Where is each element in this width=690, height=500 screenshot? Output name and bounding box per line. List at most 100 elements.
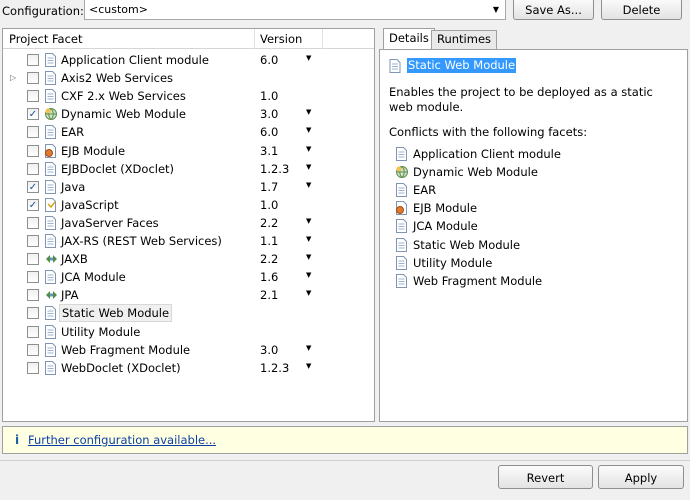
save-as-button[interactable]: Save As... bbox=[513, 0, 594, 20]
facet-version[interactable]: 2.2 bbox=[260, 216, 278, 230]
chevron-down-icon[interactable]: ▼ bbox=[306, 253, 311, 261]
facet-checkbox[interactable]: ✓ bbox=[27, 198, 39, 211]
facet-version[interactable]: 1.7 bbox=[260, 180, 278, 194]
chevron-down-icon[interactable]: ▼ bbox=[306, 217, 311, 225]
chevron-down-icon[interactable]: ▼ bbox=[306, 271, 311, 279]
facet-checkbox[interactable] bbox=[27, 361, 39, 374]
page-icon bbox=[44, 179, 58, 194]
facet-version[interactable]: 3.1 bbox=[260, 144, 278, 158]
apply-button[interactable]: Apply bbox=[598, 465, 684, 489]
facet-checkbox[interactable] bbox=[27, 307, 39, 320]
facet-version[interactable]: 6.0 bbox=[260, 53, 278, 67]
js-icon bbox=[44, 197, 58, 212]
facet-checkbox[interactable] bbox=[27, 253, 39, 266]
facet-checkbox[interactable] bbox=[27, 72, 39, 85]
details-panel: Static Web Module Enables the project to… bbox=[379, 49, 688, 422]
table-row[interactable]: EJB Module 3.1 ▼ bbox=[3, 142, 374, 160]
facet-name: JAXB bbox=[61, 252, 88, 267]
conflicts-label: Conflicts with the following facets: bbox=[389, 125, 588, 139]
arrows-icon bbox=[44, 288, 58, 302]
facet-version[interactable]: 1.0 bbox=[260, 89, 278, 103]
facet-name: JPA bbox=[61, 288, 79, 303]
page-icon bbox=[44, 53, 58, 67]
table-row[interactable]: Application Client module 6.0 ▼ bbox=[3, 51, 374, 69]
table-row[interactable]: WebDoclet (XDoclet) 1.2.3 ▼ bbox=[3, 359, 374, 377]
facet-name: Axis2 Web Services bbox=[61, 71, 174, 86]
table-row[interactable]: JPA 2.1 ▼ bbox=[3, 286, 374, 304]
facet-checkbox[interactable] bbox=[27, 289, 39, 302]
table-row[interactable]: Web Fragment Module 3.0 ▼ bbox=[3, 341, 374, 359]
chevron-down-icon[interactable]: ▼ bbox=[306, 181, 311, 189]
facet-checkbox[interactable] bbox=[27, 126, 39, 139]
facet-name: JavaServer Faces bbox=[61, 215, 159, 230]
chevron-down-icon[interactable]: ▼ bbox=[306, 54, 311, 62]
tab-runtimes[interactable]: Runtimes bbox=[431, 30, 498, 49]
chevron-down-icon[interactable]: ▼ bbox=[306, 235, 311, 243]
expand-arrow-icon[interactable]: ▷ bbox=[10, 73, 16, 82]
facet-version[interactable]: 1.1 bbox=[260, 234, 278, 248]
facet-version[interactable]: 2.1 bbox=[260, 288, 278, 302]
configuration-value: <custom> bbox=[89, 3, 148, 16]
table-row[interactable]: CXF 2.x Web Services 1.0 bbox=[3, 87, 374, 105]
facet-version[interactable]: 3.0 bbox=[260, 107, 278, 121]
table-row[interactable]: EJBDoclet (XDoclet) 1.2.3 ▼ bbox=[3, 160, 374, 178]
facet-checkbox[interactable] bbox=[27, 325, 39, 338]
facet-version[interactable]: 3.0 bbox=[260, 343, 278, 357]
facet-checkbox[interactable]: ✓ bbox=[27, 180, 39, 193]
page-icon bbox=[44, 306, 58, 321]
chevron-down-icon[interactable]: ▼ bbox=[306, 145, 311, 153]
table-row[interactable]: Utility Module bbox=[3, 323, 374, 341]
facet-version[interactable]: 1.6 bbox=[260, 270, 278, 284]
facet-checkbox[interactable] bbox=[27, 271, 39, 284]
page-icon bbox=[395, 147, 409, 161]
chevron-down-icon[interactable]: ▼ bbox=[489, 2, 503, 17]
table-row[interactable]: EAR 6.0 ▼ bbox=[3, 123, 374, 141]
configuration-select[interactable]: <custom> ▼ bbox=[84, 0, 506, 20]
chevron-down-icon[interactable]: ▼ bbox=[306, 289, 311, 297]
info-bar: i Further configuration available... bbox=[2, 426, 688, 454]
facet-version[interactable]: 1.2.3 bbox=[260, 162, 289, 176]
tab-details[interactable]: Details bbox=[383, 28, 435, 50]
globe-icon bbox=[44, 107, 58, 121]
table-row[interactable]: Static Web Module bbox=[3, 304, 374, 323]
chevron-down-icon[interactable]: ▼ bbox=[306, 126, 311, 134]
facet-checkbox[interactable] bbox=[27, 343, 39, 356]
delete-button[interactable]: Delete bbox=[601, 0, 682, 20]
facet-name: WebDoclet (XDoclet) bbox=[61, 360, 181, 375]
facet-name: Dynamic Web Module bbox=[61, 107, 186, 122]
table-row[interactable]: JAX-RS (REST Web Services) 1.1 ▼ bbox=[3, 232, 374, 250]
table-row[interactable]: JCA Module 1.6 ▼ bbox=[3, 268, 374, 286]
facet-checkbox[interactable] bbox=[27, 54, 39, 66]
facet-checkbox[interactable] bbox=[27, 144, 39, 157]
facet-checkbox[interactable] bbox=[27, 235, 39, 247]
facet-checkbox[interactable]: ✓ bbox=[27, 108, 39, 121]
facet-version[interactable]: 2.2 bbox=[260, 252, 278, 266]
bean-icon bbox=[395, 201, 409, 216]
bean-icon bbox=[44, 143, 58, 158]
chevron-down-icon[interactable]: ▼ bbox=[306, 344, 311, 352]
facet-checkbox[interactable] bbox=[27, 216, 39, 229]
facet-version[interactable]: 6.0 bbox=[260, 125, 278, 139]
facet-version[interactable]: 1.2.3 bbox=[260, 361, 289, 375]
table-row[interactable]: ✓ Dynamic Web Module 3.0 ▼ bbox=[3, 105, 374, 123]
revert-button[interactable]: Revert bbox=[498, 465, 593, 489]
page-icon bbox=[44, 342, 58, 357]
page-icon bbox=[44, 125, 58, 140]
facet-checkbox[interactable] bbox=[27, 90, 39, 103]
chevron-down-icon[interactable]: ▼ bbox=[306, 108, 311, 116]
table-row[interactable]: ✓ JavaScript 1.0 bbox=[3, 196, 374, 214]
facet-checkbox[interactable] bbox=[27, 162, 39, 175]
facet-name: Static Web Module bbox=[59, 304, 173, 323]
facet-version[interactable]: 1.0 bbox=[260, 198, 278, 212]
table-row[interactable]: JavaServer Faces 2.2 ▼ bbox=[3, 214, 374, 232]
table-row[interactable]: ▷ Axis2 Web Services bbox=[3, 69, 374, 87]
page-icon bbox=[389, 59, 401, 73]
table-row[interactable]: JAXB 2.2 ▼ bbox=[3, 250, 374, 268]
further-configuration-link[interactable]: Further configuration available... bbox=[28, 433, 216, 447]
column-header-version[interactable]: Version bbox=[260, 32, 302, 46]
chevron-down-icon[interactable]: ▼ bbox=[306, 163, 311, 171]
table-row[interactable]: ✓ Java 1.7 ▼ bbox=[3, 178, 374, 196]
page-icon bbox=[395, 219, 409, 234]
column-header-facet[interactable]: Project Facet bbox=[9, 32, 83, 46]
chevron-down-icon[interactable]: ▼ bbox=[306, 362, 311, 370]
